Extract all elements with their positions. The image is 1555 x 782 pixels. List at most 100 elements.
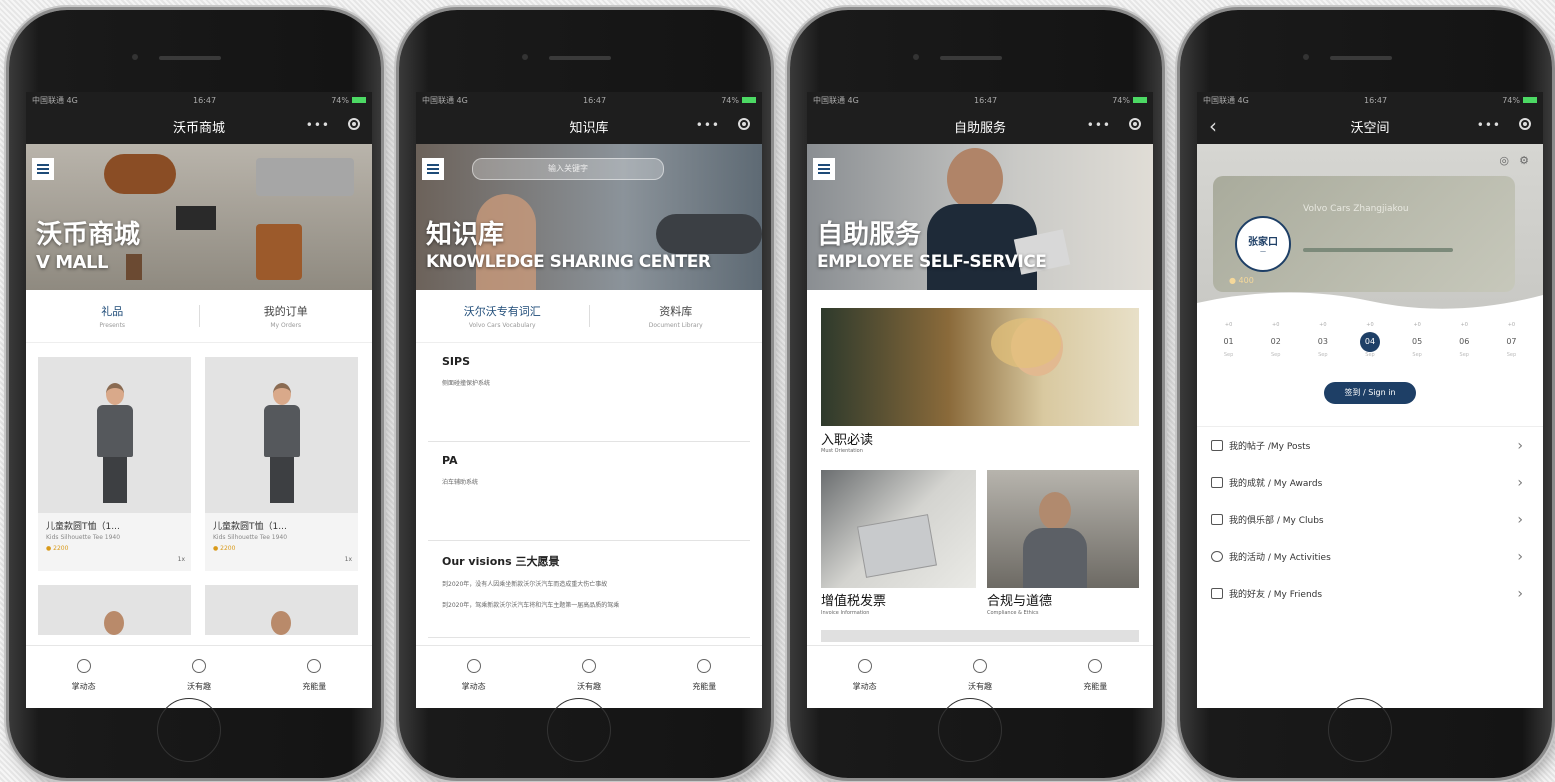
calendar-day[interactable]: +0 02 Sep xyxy=(1261,320,1291,376)
phone-frame-self-service: 中国联通 4G 16:47 74% 自助服务 ••• 自助服务 EMPLOYEE … xyxy=(790,10,1162,778)
calendar-day-today[interactable]: +0 04 Sep xyxy=(1355,320,1385,376)
tab-my-orders[interactable]: 我的订单 My Orders xyxy=(200,303,373,329)
energy-icon xyxy=(697,659,712,673)
tab-vocabulary[interactable]: 沃尔沃专有词汇 Volvo Cars Vocabulary xyxy=(416,303,589,329)
product-image xyxy=(38,357,191,513)
page-title: 自助服务 xyxy=(953,120,1006,136)
banner-title-cn: 自助服务 xyxy=(817,220,922,250)
nav-bar: 知识库 ••• xyxy=(416,108,762,144)
calendar-day[interactable]: +0 05 Sep xyxy=(1402,320,1432,376)
person-icon xyxy=(1211,588,1223,599)
banner-title-cn: 知识库 xyxy=(426,220,505,250)
page-title: 知识库 xyxy=(569,120,609,136)
tile-image-invoice[interactable] xyxy=(821,470,976,588)
product-card[interactable] xyxy=(38,585,191,635)
screen-knowledge: 中国联通 4G 16:47 74% 知识库 ••• 输入关键字 知识库 KNOWL… xyxy=(416,92,762,708)
menu-icon[interactable] xyxy=(32,158,54,180)
tile-title-compliance: 合规与道德 xyxy=(987,594,1053,609)
tile-title-invoice: 增值税发票 xyxy=(821,594,887,609)
battery-indicator: 74% xyxy=(331,96,366,105)
wave-divider xyxy=(1197,292,1543,317)
bell-icon xyxy=(972,659,987,673)
bottom-nav: 掌动态 沃有趣 充能量 xyxy=(26,645,372,708)
bell-icon xyxy=(191,659,206,673)
bottom-nav: 掌动态 沃有趣 充能量 xyxy=(807,645,1153,708)
list-item[interactable]: SIPS 侧面碰撞保护系统 xyxy=(428,343,750,442)
chevron-right-icon: › xyxy=(1517,474,1523,491)
chevron-right-icon: › xyxy=(1517,548,1523,565)
checkin-calendar: +0 01 Sep +0 02 Sep +0 03 Sep +0 04 Sep +0 05 Sep … xyxy=(1197,316,1543,376)
nav-item-energy[interactable]: 充能量 xyxy=(1038,646,1153,708)
screen-self-service: 中国联通 4G 16:47 74% 自助服务 ••• 自助服务 EMPLOYEE … xyxy=(807,92,1153,708)
status-bar: 中国联通 4G 16:47 74% xyxy=(416,92,762,108)
tile-subtitle-onboarding: Must Orientation xyxy=(821,448,863,454)
close-miniprogram-icon[interactable] xyxy=(1519,118,1531,130)
bell-icon xyxy=(581,659,596,673)
close-miniprogram-icon[interactable] xyxy=(1129,118,1141,130)
tile-image-onboarding[interactable] xyxy=(821,308,1139,426)
energy-icon xyxy=(1088,659,1103,673)
bottom-nav: 掌动态 沃有趣 充能量 xyxy=(416,645,762,708)
home-button xyxy=(157,698,221,762)
tile-image-compliance[interactable] xyxy=(987,470,1139,588)
list-item[interactable]: Our visions 三大愿景 到2020年，没有人因乘坐新款沃尔沃汽车而造成… xyxy=(428,541,750,638)
nav-item-feed[interactable]: 掌动态 xyxy=(416,646,531,708)
menu-item-posts[interactable]: 我的帖子 /My Posts › xyxy=(1197,427,1543,464)
phone-frame-profile: 中国联通 4G 16:47 74% ‹ 沃空间 ••• ◎ ⚙ 张家口 — Vol… xyxy=(1180,10,1552,778)
energy-icon xyxy=(307,659,322,673)
product-grid: 儿童款圆T恤（1... Kids Silhouette Tee 1940 ● 2… xyxy=(26,343,372,649)
calendar-day[interactable]: +0 06 Sep xyxy=(1449,320,1479,376)
tab-document-library[interactable]: 资料库 Document Library xyxy=(590,303,763,329)
chevron-right-icon: › xyxy=(1517,511,1523,528)
tab-presents[interactable]: 礼品 Presents xyxy=(26,303,199,329)
close-miniprogram-icon[interactable] xyxy=(738,118,750,130)
tab-bar: 沃尔沃专有词汇 Volvo Cars Vocabulary 资料库 Docume… xyxy=(416,290,762,343)
menu-item-friends[interactable]: 我的好友 / My Friends › xyxy=(1197,575,1543,612)
product-qty: 1x xyxy=(177,556,185,563)
product-card[interactable]: 儿童款圆T恤（1... Kids Silhouette Tee 1940 ● 2… xyxy=(38,357,191,571)
menu-icon[interactable] xyxy=(422,158,444,180)
awards-icon xyxy=(1211,477,1223,488)
more-icon[interactable]: ••• xyxy=(1477,118,1501,132)
tile-placeholder xyxy=(821,630,1139,642)
nav-item-feed[interactable]: 掌动态 xyxy=(807,646,922,708)
calendar-day[interactable]: +0 01 Sep xyxy=(1214,320,1244,376)
nav-item-energy[interactable]: 充能量 xyxy=(647,646,762,708)
calendar-day[interactable]: +0 03 Sep xyxy=(1308,320,1338,376)
phone-frame-knowledge: 中国联通 4G 16:47 74% 知识库 ••• 输入关键字 知识库 KNOWL… xyxy=(399,10,771,778)
carrier-label: 中国联通 4G xyxy=(32,95,78,105)
menu-item-clubs[interactable]: 我的俱乐部 / My Clubs › xyxy=(1197,501,1543,538)
headset-icon[interactable]: ◎ xyxy=(1499,154,1509,167)
product-name-en: Kids Silhouette Tee 1940 xyxy=(46,534,121,541)
banner: 沃币商城 V MALL xyxy=(26,144,372,290)
profile-header: ◎ ⚙ 张家口 — Volvo Cars Zhangjiakou ● 400 xyxy=(1197,144,1543,317)
page-title: 沃币商城 xyxy=(172,120,225,136)
page-title: 沃空间 xyxy=(1350,120,1390,136)
list-item[interactable]: PA 泊车辅助系统 xyxy=(428,442,750,541)
search-input[interactable]: 输入关键字 xyxy=(472,158,664,180)
nav-bar: ‹ 沃空间 ••• xyxy=(1197,108,1543,144)
more-icon[interactable]: ••• xyxy=(1087,118,1111,132)
status-bar: 中国联通 4G 16:47 74% xyxy=(26,92,372,108)
nav-bar: 沃币商城 ••• xyxy=(26,108,372,144)
product-card[interactable]: 儿童款圆T恤（1... Kids Silhouette Tee 1940 ● 2… xyxy=(205,357,358,571)
more-icon[interactable]: ••• xyxy=(696,118,720,132)
nav-item-feed[interactable]: 掌动态 xyxy=(26,646,141,708)
product-card[interactable] xyxy=(205,585,358,635)
nav-bar: 自助服务 ••• xyxy=(807,108,1153,144)
menu-item-awards[interactable]: 我的成就 / My Awards › xyxy=(1197,464,1543,501)
menu-icon[interactable] xyxy=(813,158,835,180)
company-name: Volvo Cars Zhangjiakou xyxy=(1303,204,1409,214)
settings-icon[interactable]: ⚙ xyxy=(1519,154,1529,167)
eye-icon xyxy=(857,659,872,673)
sign-in-button[interactable]: 签到 / Sign in xyxy=(1324,382,1416,404)
menu-item-activities[interactable]: 我的活动 / My Activities › xyxy=(1197,538,1543,575)
tab-bar: 礼品 Presents 我的订单 My Orders xyxy=(26,290,372,343)
back-icon[interactable]: ‹ xyxy=(1209,114,1217,138)
close-miniprogram-icon[interactable] xyxy=(348,118,360,130)
product-image xyxy=(205,357,358,513)
nav-item-energy[interactable]: 充能量 xyxy=(257,646,372,708)
camera xyxy=(132,54,138,60)
more-icon[interactable]: ••• xyxy=(306,118,330,132)
calendar-day[interactable]: +0 07 Sep xyxy=(1496,320,1526,376)
